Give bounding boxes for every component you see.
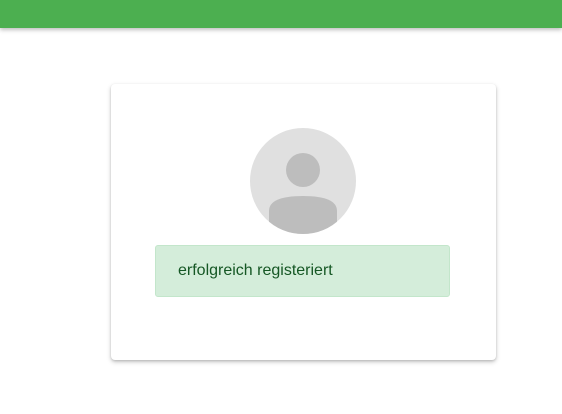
success-message: erfolgreich registeriert (155, 245, 450, 297)
avatar-silhouette (269, 153, 337, 234)
top-app-bar (0, 0, 562, 28)
user-avatar-icon (250, 128, 356, 234)
registration-card: erfolgreich registeriert (111, 84, 496, 360)
